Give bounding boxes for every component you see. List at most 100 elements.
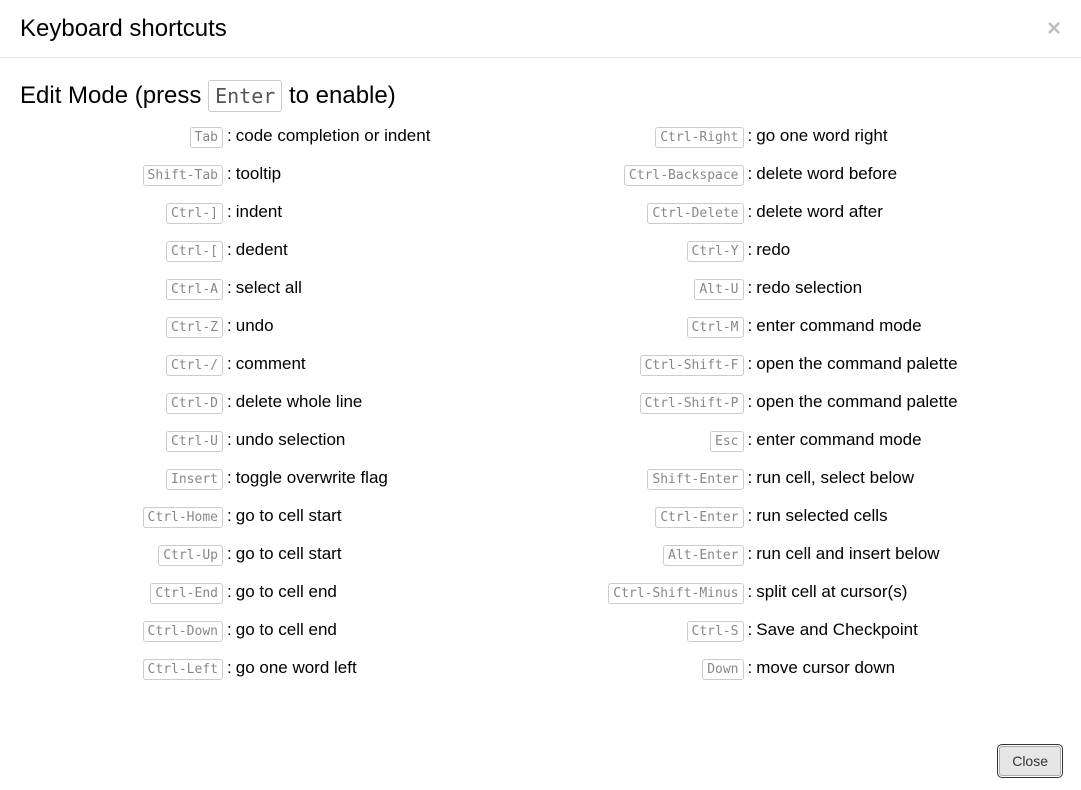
shortcut-key: Ctrl-Right	[655, 127, 743, 148]
shortcut-key: Ctrl-]	[166, 203, 223, 224]
shortcut-row: Ctrl-Backspace:delete word before	[541, 164, 1062, 188]
shortcut-row: Ctrl-A:select all	[20, 278, 541, 302]
shortcut-row: Ctrl-End:go to cell end	[20, 582, 541, 606]
shortcut-key: Ctrl-Y	[687, 241, 744, 262]
shortcut-key: Ctrl-Backspace	[624, 165, 744, 186]
shortcut-row: Ctrl-Delete:delete word after	[541, 202, 1062, 226]
shortcut-row: Ctrl-Down:go to cell end	[20, 620, 541, 644]
shortcut-description: select all	[236, 278, 302, 298]
shortcut-key: Alt-Enter	[663, 545, 743, 566]
shortcut-row: Ctrl-Z:undo	[20, 316, 541, 340]
shortcut-key: Down	[702, 659, 743, 680]
shortcut-row: Ctrl-U:undo selection	[20, 430, 541, 454]
shortcut-description: redo selection	[756, 278, 862, 298]
shortcut-description: delete word after	[756, 202, 883, 222]
shortcut-key: Shift-Enter	[647, 469, 743, 490]
shortcut-row: Ctrl-D:delete whole line	[20, 392, 541, 416]
shortcut-description: open the command palette	[756, 392, 957, 412]
close-icon[interactable]: ×	[1047, 17, 1061, 41]
shortcut-key: Esc	[710, 431, 743, 452]
shortcut-row: Ctrl-Shift-F:open the command palette	[541, 354, 1062, 378]
shortcut-row: Ctrl-]:indent	[20, 202, 541, 226]
shortcut-description: run selected cells	[756, 506, 887, 526]
section-heading: Edit Mode (press Enter to enable)	[20, 80, 1061, 112]
shortcut-description: indent	[236, 202, 282, 222]
shortcut-description: move cursor down	[756, 658, 895, 678]
shortcut-key: Ctrl-Delete	[647, 203, 743, 224]
shortcut-row: Ctrl-Left:go one word left	[20, 658, 541, 682]
shortcut-row: Ctrl-Up:go to cell start	[20, 544, 541, 568]
shortcut-key: Ctrl-Z	[166, 317, 223, 338]
shortcut-description: open the command palette	[756, 354, 957, 374]
shortcut-key: Ctrl-Left	[143, 659, 223, 680]
shortcut-row: Tab:code completion or indent	[20, 126, 541, 150]
shortcut-description: comment	[236, 354, 306, 374]
shortcut-key: Ctrl-/	[166, 355, 223, 376]
shortcut-row: Ctrl-Shift-P:open the command palette	[541, 392, 1062, 416]
shortcut-row: Ctrl-Shift-Minus:split cell at cursor(s)	[541, 582, 1062, 606]
shortcut-row: Ctrl-Right:go one word right	[541, 126, 1062, 150]
modal-header: Keyboard shortcuts ×	[0, 0, 1081, 58]
shortcut-description: enter command mode	[756, 316, 921, 336]
shortcut-row: Ctrl-S:Save and Checkpoint	[541, 620, 1062, 644]
shortcut-description: run cell and insert below	[756, 544, 939, 564]
shortcut-key: Ctrl-U	[166, 431, 223, 452]
shortcuts-column-left: Tab:code completion or indent Shift-Tab:t…	[20, 126, 541, 696]
close-button[interactable]: Close	[999, 746, 1061, 776]
shortcut-description: go to cell start	[236, 544, 342, 564]
shortcut-row: Down:move cursor down	[541, 658, 1062, 682]
shortcut-description: run cell, select below	[756, 468, 914, 488]
previous-section-peek: Space : scroll notebook down	[20, 58, 1061, 62]
shortcut-row: Ctrl-/:comment	[20, 354, 541, 378]
shortcut-row: Ctrl-[:dedent	[20, 240, 541, 264]
shortcut-key: Ctrl-Down	[143, 621, 223, 642]
shortcut-key: Insert	[166, 469, 223, 490]
shortcut-row: Ctrl-Y:redo	[541, 240, 1062, 264]
shortcut-key: Ctrl-S	[687, 621, 744, 642]
shortcut-description: go to cell end	[236, 620, 337, 640]
modal-body[interactable]: Space : scroll notebook down Edit Mode (…	[0, 58, 1081, 732]
shortcut-key: Ctrl-[	[166, 241, 223, 262]
shortcut-row: Insert:toggle overwrite flag	[20, 468, 541, 492]
shortcut-description: go one word left	[236, 658, 357, 678]
shortcut-key: Ctrl-D	[166, 393, 223, 414]
shortcut-key: Ctrl-Enter	[655, 507, 743, 528]
shortcut-description: go to cell end	[236, 582, 337, 602]
modal-footer: Close	[0, 732, 1081, 790]
shortcut-key: Ctrl-Home	[143, 507, 223, 528]
shortcut-key: Tab	[190, 127, 223, 148]
keyboard-shortcuts-modal: Keyboard shortcuts × Space : scroll note…	[0, 0, 1081, 790]
shortcut-description: toggle overwrite flag	[236, 468, 388, 488]
shortcut-row: Alt-U:redo selection	[541, 278, 1062, 302]
shortcut-key: Ctrl-Up	[158, 545, 223, 566]
shortcut-description: split cell at cursor(s)	[756, 582, 907, 602]
shortcut-description: delete word before	[756, 164, 897, 184]
shortcut-description: Save and Checkpoint	[756, 620, 918, 640]
shortcut-key: Alt-U	[694, 279, 743, 300]
shortcut-description: delete whole line	[236, 392, 363, 412]
shortcuts-column-right: Ctrl-Right:go one word right Ctrl-Backspa…	[541, 126, 1062, 696]
shortcut-description: code completion or indent	[236, 126, 431, 146]
shortcut-description: go to cell start	[236, 506, 342, 526]
shortcut-description: go one word right	[756, 126, 887, 146]
shortcut-description: enter command mode	[756, 430, 921, 450]
shortcut-row: Ctrl-Enter:run selected cells	[541, 506, 1062, 530]
shortcut-key: Ctrl-A	[166, 279, 223, 300]
shortcut-key: Ctrl-Shift-P	[640, 393, 744, 414]
shortcut-row: Ctrl-M:enter command mode	[541, 316, 1062, 340]
shortcut-key: Shift-Tab	[143, 165, 223, 186]
shortcut-key: Ctrl-M	[687, 317, 744, 338]
enter-key: Enter	[208, 80, 282, 112]
shortcut-description: tooltip	[236, 164, 281, 184]
shortcut-row: Ctrl-Home:go to cell start	[20, 506, 541, 530]
shortcut-row: Shift-Tab:tooltip	[20, 164, 541, 188]
shortcut-description: dedent	[236, 240, 288, 260]
shortcut-key: Ctrl-End	[150, 583, 223, 604]
shortcut-key: Ctrl-Shift-Minus	[608, 583, 743, 604]
shortcut-key: Ctrl-Shift-F	[640, 355, 744, 376]
modal-title: Keyboard shortcuts	[20, 15, 227, 43]
shortcuts-columns: Tab:code completion or indent Shift-Tab:t…	[20, 126, 1061, 696]
shortcut-row: Alt-Enter:run cell and insert below	[541, 544, 1062, 568]
shortcut-description: undo selection	[236, 430, 346, 450]
shortcut-row: Esc:enter command mode	[541, 430, 1062, 454]
